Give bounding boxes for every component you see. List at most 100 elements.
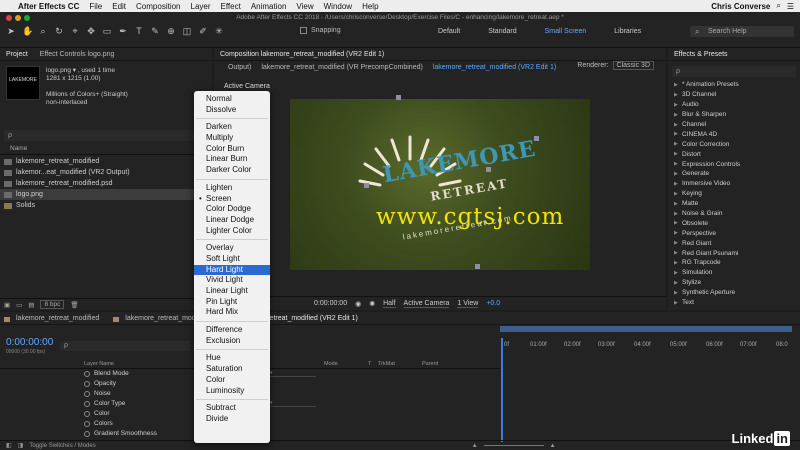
effects-category[interactable]: ▶ Matte (668, 199, 800, 209)
selection-tool-icon[interactable]: ➤ (6, 26, 16, 37)
column-t[interactable]: T (368, 361, 371, 367)
stopwatch-icon[interactable] (84, 401, 90, 407)
project-search-input[interactable]: ρ (4, 130, 194, 141)
layer-handle[interactable] (396, 95, 401, 100)
blend-color-dodge[interactable]: Color Dodge (194, 204, 270, 215)
zoom-out-icon[interactable]: ▲ (472, 443, 478, 449)
pan-behind-tool-icon[interactable]: ✥ (86, 26, 96, 37)
effects-category[interactable]: ▶ Distort (668, 149, 800, 159)
column-name[interactable]: Name (10, 145, 27, 154)
project-item[interactable]: Solids (0, 200, 212, 211)
layer-handle[interactable] (534, 136, 539, 141)
effects-search-input[interactable]: ρ (672, 66, 796, 77)
effects-category[interactable]: ▶ * Animation Presets (668, 80, 800, 90)
tab-effect-controls[interactable]: Effect Controls logo.png (34, 51, 121, 58)
menu-composition[interactable]: Composition (136, 2, 180, 11)
brush-tool-icon[interactable]: ✎ (150, 26, 160, 37)
effects-category[interactable]: ▶ Blur & Sharpen (668, 110, 800, 120)
layer-handle[interactable] (364, 183, 369, 188)
playhead[interactable] (501, 338, 503, 442)
snapping-toggle[interactable]: Snapping (300, 27, 341, 34)
effects-category[interactable]: ▶ CINEMA 4D (668, 129, 800, 139)
eraser-tool-icon[interactable]: ◫ (182, 26, 192, 37)
spotlight-icon[interactable]: ⌕ (776, 1, 780, 11)
blend-divide[interactable]: Divide (194, 414, 270, 425)
rotate-tool-icon[interactable]: ↻ (54, 26, 64, 37)
effects-category[interactable]: ▶ Red Giant Psunami (668, 248, 800, 258)
blend-dissolve[interactable]: Dissolve (194, 105, 270, 116)
renderer-value[interactable]: Classic 3D (612, 61, 654, 70)
channel-icon[interactable]: ✺ (369, 300, 375, 308)
comp-timecode[interactable]: 0:00:00:00 (314, 300, 347, 307)
workspace-standard[interactable]: Standard (474, 28, 530, 35)
tab-effects-presets[interactable]: Effects & Presets (668, 51, 734, 58)
resolution-dropdown[interactable]: Half (383, 300, 396, 308)
blend-linear-burn[interactable]: Linear Burn (194, 154, 270, 165)
roto-tool-icon[interactable]: ✐ (198, 26, 208, 37)
toggle-switches-modes[interactable]: Toggle Switches / Modes (29, 443, 95, 449)
menu-effect[interactable]: Effect (221, 2, 241, 11)
work-area-bar[interactable] (500, 326, 792, 332)
menu-file[interactable]: File (89, 2, 102, 11)
menubar-user[interactable]: Chris Converse (711, 2, 770, 11)
blend-multiply[interactable]: Multiply (194, 133, 270, 144)
timeline-search-input[interactable]: ρ (60, 341, 190, 351)
project-item[interactable]: lakemor...eat_modified (VR2 Output) (0, 167, 212, 178)
workspace-libraries[interactable]: Libraries (600, 28, 655, 35)
blend-linear-dodge[interactable]: Linear Dodge (194, 215, 270, 226)
snapping-checkbox[interactable] (300, 27, 307, 34)
effects-category[interactable]: ▶ Noise & Grain (668, 209, 800, 219)
column-trkmat[interactable]: TrkMat (378, 361, 395, 367)
stopwatch-icon[interactable] (84, 421, 90, 427)
blend-color-burn[interactable]: Color Burn (194, 144, 270, 155)
menu-window[interactable]: Window (324, 2, 352, 11)
zoom-in-icon[interactable]: ▲ (550, 443, 556, 449)
blend-lighter-color[interactable]: Lighter Color (194, 226, 270, 237)
puppet-tool-icon[interactable]: ✳ (214, 26, 224, 37)
blend-overlay[interactable]: Overlay (194, 243, 270, 254)
blend-luminosity[interactable]: Luminosity (194, 386, 270, 397)
effects-category[interactable]: ▶ Audio (668, 100, 800, 110)
blend-exclusion[interactable]: Exclusion (194, 336, 270, 347)
stopwatch-icon[interactable] (84, 431, 90, 437)
blend-saturation[interactable]: Saturation (194, 364, 270, 375)
zoom-slider[interactable] (483, 445, 544, 446)
search-help-input[interactable]: ⌕ Search Help (690, 26, 794, 37)
effects-category[interactable]: ▶ Channel (668, 120, 800, 130)
views-dropdown[interactable]: 1 View (457, 300, 479, 308)
view-dropdown[interactable]: Active Camera (403, 300, 450, 308)
column-mode[interactable]: Mode (324, 361, 338, 367)
blend-darker-color[interactable]: Darker Color (194, 165, 270, 176)
effects-category[interactable]: ▶ 3D Channel (668, 90, 800, 100)
app-menu[interactable]: After Effects CC (18, 2, 79, 11)
rectangle-tool-icon[interactable]: ▭ (102, 26, 112, 37)
effects-category[interactable]: ▶ Simulation (668, 268, 800, 278)
timeline-tab[interactable]: lakemore_retreat_modified (0, 315, 109, 322)
layer-handle[interactable] (475, 264, 480, 269)
project-item[interactable]: logo.png (0, 189, 212, 200)
new-folder-icon[interactable]: ▭ (16, 301, 22, 309)
effects-category[interactable]: ▶ Red Giant (668, 238, 800, 248)
effects-category[interactable]: ▶ Immersive Video (668, 179, 800, 189)
effects-category[interactable]: ▶ Keying (668, 189, 800, 199)
pen-tool-icon[interactable]: ✒ (118, 26, 128, 37)
stopwatch-icon[interactable] (84, 371, 90, 377)
blend-hard-mix[interactable]: Hard Mix (194, 307, 270, 318)
menu-edit[interactable]: Edit (112, 2, 126, 11)
blend-pin-light[interactable]: Pin Light (194, 297, 270, 308)
property-dropdown[interactable]: ▾ (270, 400, 316, 407)
clone-tool-icon[interactable]: ⊕ (166, 26, 176, 37)
column-parent[interactable]: Parent (422, 361, 438, 367)
menu-layer[interactable]: Layer (191, 2, 211, 11)
type-tool-icon[interactable]: T (134, 26, 144, 37)
blend-linear-light[interactable]: Linear Light (194, 286, 270, 297)
effects-category[interactable]: ▶ Expression Controls (668, 159, 800, 169)
zoom-tool-icon[interactable]: ⌕ (38, 26, 48, 37)
interpret-footage-icon[interactable]: ▣ (4, 301, 10, 309)
workspace-default[interactable]: Default (424, 28, 474, 35)
blend-hue[interactable]: Hue (194, 353, 270, 364)
effects-category[interactable]: ▶ Synthetic Aperture (668, 288, 800, 298)
blend-screen[interactable]: • Screen (194, 194, 270, 205)
menu-help[interactable]: Help (362, 2, 378, 11)
effects-category[interactable]: ▶ Perspective (668, 228, 800, 238)
